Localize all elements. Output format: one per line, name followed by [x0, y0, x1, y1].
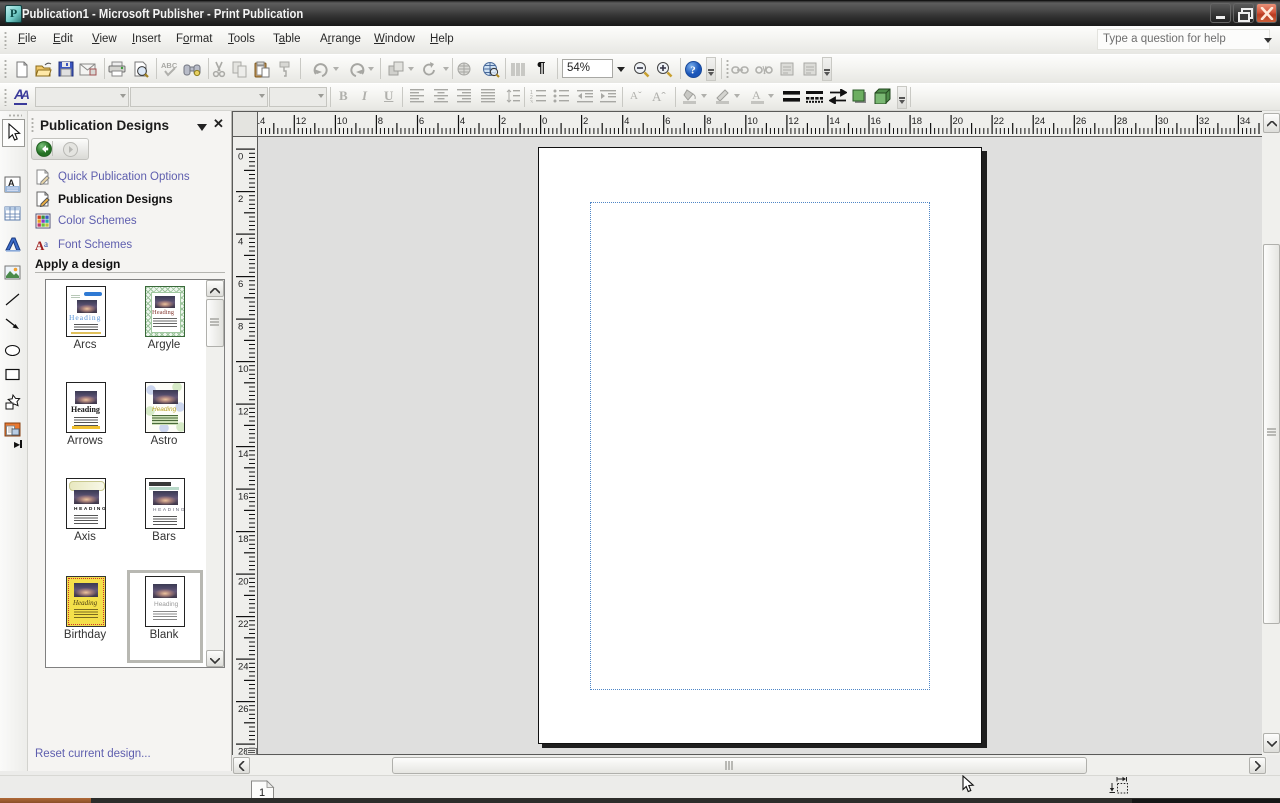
svg-text:14: 14 — [829, 116, 840, 127]
svg-text:8: 8 — [238, 322, 243, 333]
svg-text:14: 14 — [258, 116, 265, 127]
svg-text:a: a — [44, 239, 48, 249]
svg-text:4: 4 — [460, 116, 465, 127]
svg-text:34: 34 — [1240, 116, 1251, 127]
svg-text:10: 10 — [238, 364, 249, 375]
svg-text:12: 12 — [238, 407, 249, 418]
svg-text:22: 22 — [994, 116, 1005, 127]
svg-text:8: 8 — [378, 116, 383, 127]
svg-text:24: 24 — [238, 662, 249, 673]
svg-text:12: 12 — [296, 116, 307, 127]
svg-text:26: 26 — [238, 704, 249, 715]
svg-text:8: 8 — [706, 116, 711, 127]
svg-text:6: 6 — [665, 116, 670, 127]
svg-text:32: 32 — [1199, 116, 1210, 127]
svg-text:18: 18 — [238, 534, 249, 545]
svg-text:24: 24 — [1035, 116, 1046, 127]
svg-text:6: 6 — [238, 279, 243, 290]
svg-text:16: 16 — [238, 492, 249, 503]
svg-text:?: ? — [690, 64, 696, 76]
svg-text:A: A — [8, 178, 15, 188]
svg-text:4: 4 — [238, 237, 243, 248]
svg-text:12: 12 — [788, 116, 799, 127]
svg-text:0: 0 — [542, 116, 547, 127]
svg-text:10: 10 — [337, 116, 348, 127]
svg-text:26: 26 — [1076, 116, 1087, 127]
svg-text:2: 2 — [583, 116, 588, 127]
svg-text:4: 4 — [624, 116, 629, 127]
svg-text:2: 2 — [501, 116, 506, 127]
svg-text:14: 14 — [238, 449, 249, 460]
svg-text:16: 16 — [870, 116, 881, 127]
svg-text:2: 2 — [238, 194, 243, 205]
svg-text:6: 6 — [419, 116, 424, 127]
svg-text:22: 22 — [238, 619, 249, 630]
svg-text:10: 10 — [747, 116, 758, 127]
svg-text:30: 30 — [1158, 116, 1169, 127]
svg-text:18: 18 — [912, 116, 923, 127]
svg-text:28: 28 — [1117, 116, 1128, 127]
svg-text:3: 3 — [530, 100, 533, 103]
svg-text:20: 20 — [953, 116, 964, 127]
svg-text:A: A — [752, 88, 761, 102]
svg-text:0: 0 — [238, 152, 243, 163]
svg-text:20: 20 — [238, 577, 249, 588]
